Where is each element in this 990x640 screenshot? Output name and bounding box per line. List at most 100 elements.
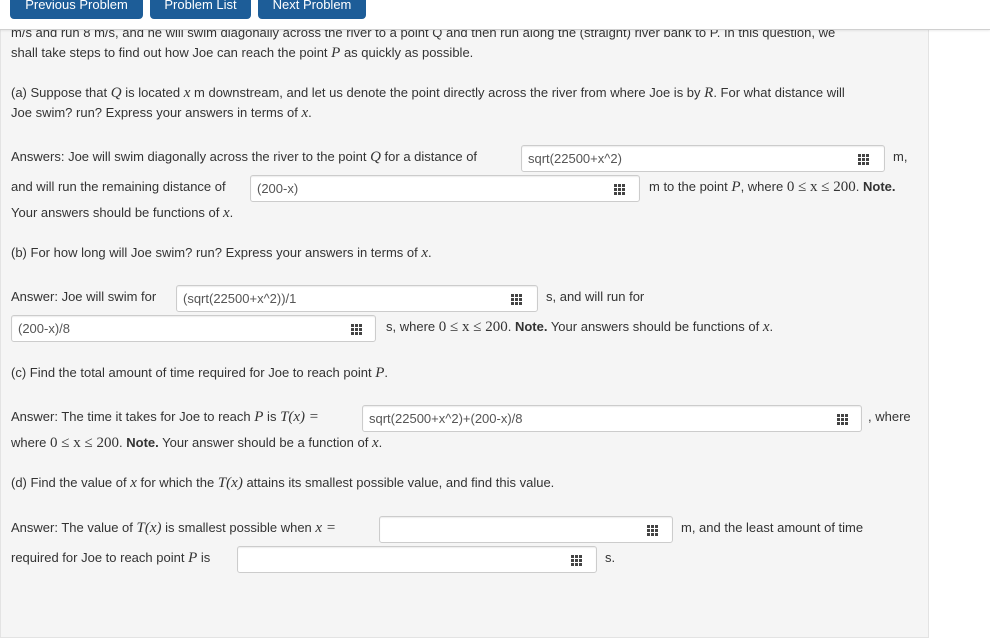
equation-editor-icon[interactable] bbox=[571, 555, 582, 566]
part-b-question: (b) For how long will Joe swim? run? Exp… bbox=[11, 245, 432, 262]
part-d-answer-1: Answer: The value of T(x) is smallest po… bbox=[11, 520, 336, 537]
math-T-of-x: T(x) = bbox=[280, 409, 319, 425]
part-c-answer-2: where 0 ≤ x ≤ 200. Note. Your answer sho… bbox=[11, 435, 382, 452]
text: . bbox=[507, 319, 515, 334]
math-Q: Q bbox=[370, 149, 381, 165]
text: m to the point bbox=[649, 179, 732, 194]
equation-editor-icon[interactable] bbox=[647, 525, 658, 536]
run-time-input[interactable]: (200-x)/8 bbox=[11, 315, 376, 342]
part-c-question: (c) Find the total amount of time requir… bbox=[11, 365, 388, 382]
part-b-answer-1: Answer: Joe will swim for bbox=[11, 289, 156, 304]
math-R: R bbox=[704, 85, 714, 101]
math-T-of-x: T(x) bbox=[136, 520, 162, 536]
math-inequality: 0 ≤ x ≤ 200 bbox=[786, 179, 856, 195]
text: Answer: Joe will swim for bbox=[11, 289, 157, 304]
part-a-answer-2-tail: m to the point P, where 0 ≤ x ≤ 200. Not… bbox=[649, 179, 896, 196]
part-c-answer-1-tail: , where bbox=[868, 409, 911, 424]
text: , where bbox=[740, 179, 787, 194]
text: Answer: The value of bbox=[11, 520, 137, 535]
text: and will run the remaining distance of bbox=[11, 179, 226, 194]
math-P: P bbox=[331, 45, 341, 61]
text: . bbox=[378, 435, 383, 450]
part-c-answer-1: Answer: The time it takes for Joe to rea… bbox=[11, 409, 319, 426]
text: Answers: Joe will swim diagonally across… bbox=[11, 149, 371, 164]
text: . bbox=[384, 365, 388, 380]
text: for a distance of bbox=[380, 149, 478, 164]
part-a-answer-1: Answers: Joe will swim diagonally across… bbox=[11, 149, 477, 166]
total-time-input[interactable]: sqrt(22500+x^2)+(200-x)/8 bbox=[362, 405, 862, 432]
part-a-answer-2: and will run the remaining distance of bbox=[11, 179, 226, 194]
intro-text-2b: as quickly as possible. bbox=[340, 45, 474, 60]
text: is located bbox=[121, 85, 184, 100]
unit-m: m, bbox=[893, 149, 908, 164]
run-time-value: (200-x)/8 bbox=[18, 321, 71, 336]
note-label: Note. bbox=[863, 179, 896, 194]
intro-text-2a: shall take steps to find out how Joe can… bbox=[11, 45, 332, 60]
run-distance-value: (200-x) bbox=[257, 181, 299, 196]
problem-navigation: Previous Problem Problem List Next Probl… bbox=[0, 0, 990, 30]
math-inequality: 0 ≤ x ≤ 200 bbox=[438, 319, 508, 335]
text: Joe swim? run? Express your answers in t… bbox=[11, 105, 302, 120]
problem-list-button[interactable]: Problem List bbox=[150, 0, 251, 19]
part-b-answer-2-tail: s, where 0 ≤ x ≤ 200. Note. Your answers… bbox=[386, 319, 773, 336]
math-x: x bbox=[223, 205, 230, 221]
text: (a) Suppose that bbox=[11, 85, 111, 100]
math-x-equals: x = bbox=[315, 520, 336, 536]
text: where bbox=[11, 435, 51, 450]
equation-editor-icon[interactable] bbox=[511, 294, 522, 305]
part-b-answer-1-tail: s, and will run for bbox=[546, 289, 645, 304]
run-distance-input[interactable]: (200-x) bbox=[250, 175, 640, 202]
swim-distance-value: sqrt(22500+x^2) bbox=[528, 151, 622, 166]
math-T-of-x: T(x) bbox=[217, 475, 243, 491]
text: m downstream, and let us denote the poin… bbox=[190, 85, 705, 100]
text: . bbox=[855, 179, 864, 194]
part-d-question: (d) Find the value of x for which the T(… bbox=[11, 475, 554, 492]
part-d-answer-2: required for Joe to reach point P is bbox=[11, 550, 210, 567]
math-Q: Q bbox=[110, 85, 122, 101]
math-x: x bbox=[130, 475, 137, 491]
part-d-answer-1-tail: m, and the least amount of time bbox=[681, 520, 864, 535]
note-label: Note. bbox=[514, 319, 548, 334]
next-problem-button[interactable]: Next Problem bbox=[258, 0, 366, 19]
text: is bbox=[197, 550, 211, 565]
text: Your answer should be a function of bbox=[158, 435, 372, 450]
previous-problem-button[interactable]: Previous Problem bbox=[10, 0, 143, 19]
text: s, where bbox=[386, 319, 439, 334]
total-time-value: sqrt(22500+x^2)+(200-x)/8 bbox=[369, 411, 523, 426]
text: (d) Find the value of bbox=[11, 475, 131, 490]
text: . For what distance will bbox=[713, 85, 845, 100]
text: is smallest possible when bbox=[161, 520, 316, 535]
text: Answer: The time it takes for Joe to rea… bbox=[11, 409, 255, 424]
text: (c) Find the total amount of time requir… bbox=[11, 365, 376, 380]
text: . bbox=[769, 319, 774, 334]
math-x: x bbox=[371, 435, 379, 451]
part-a-answer-3: Your answers should be functions of x. bbox=[11, 205, 233, 222]
swim-distance-input[interactable]: sqrt(22500+x^2) bbox=[521, 145, 885, 172]
equation-editor-icon[interactable] bbox=[351, 324, 362, 335]
text: . bbox=[428, 245, 432, 260]
text: for which the bbox=[136, 475, 218, 490]
text: . bbox=[308, 105, 312, 120]
math-P: P bbox=[188, 550, 198, 566]
math-P: P bbox=[731, 179, 741, 195]
least-time-input[interactable] bbox=[237, 546, 597, 573]
equation-editor-icon[interactable] bbox=[614, 184, 625, 195]
text: (b) For how long will Joe swim? run? Exp… bbox=[11, 245, 422, 260]
part-d-answer-2-tail: s. bbox=[605, 550, 616, 565]
equation-editor-icon[interactable] bbox=[837, 414, 848, 425]
intro-line-2: shall take steps to find out how Joe can… bbox=[11, 45, 473, 62]
part-a-question-2: Joe swim? run? Express your answers in t… bbox=[11, 105, 312, 122]
swim-time-input[interactable]: (sqrt(22500+x^2))/1 bbox=[176, 285, 538, 312]
text: Your answers should be functions of bbox=[11, 205, 223, 220]
text: required for Joe to reach point bbox=[11, 550, 189, 565]
equation-editor-icon[interactable] bbox=[858, 154, 869, 165]
text: is bbox=[263, 409, 281, 424]
optimal-x-input[interactable] bbox=[379, 516, 673, 543]
swim-time-value: (sqrt(22500+x^2))/1 bbox=[183, 291, 297, 306]
text: Your answers should be functions of bbox=[547, 319, 763, 334]
problem-panel: m/s and run 8 m/s, and he will swim diag… bbox=[0, 0, 929, 638]
math-P: P bbox=[375, 365, 385, 381]
math-inequality: 0 ≤ x ≤ 200 bbox=[50, 435, 119, 451]
text: . bbox=[229, 205, 234, 220]
note-label: Note. bbox=[126, 435, 159, 450]
